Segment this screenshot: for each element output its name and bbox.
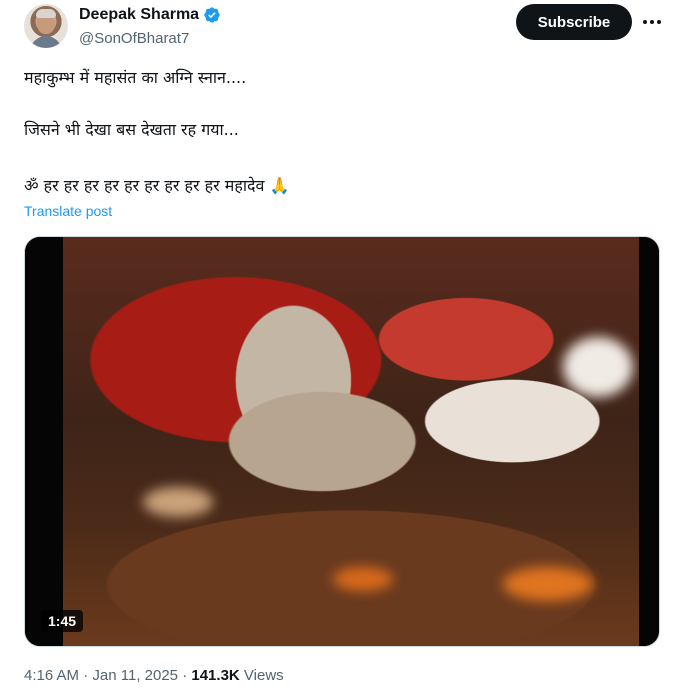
tweet-header: Deepak Sharma @SonOfBharat7 Subscribe: [24, 2, 664, 50]
avatar-shirt: [30, 36, 62, 48]
more-dot: [643, 20, 647, 24]
tweet-line: महाकुम्भ में महासंत का अग्नि स्नान....: [24, 68, 247, 87]
tweet-line: जिसने भी देखा बस देखता रह गया...: [24, 120, 239, 139]
tweet-metadata: 4:16 AM · Jan 11, 2025 · 141.3K Views: [24, 667, 284, 684]
video-frame[interactable]: [63, 237, 639, 646]
video-fire-glow: [563, 337, 633, 397]
more-dot: [650, 20, 654, 24]
meta-separator: ·: [178, 667, 192, 684]
tweet-date[interactable]: Jan 11, 2025: [92, 667, 178, 684]
views-label: Views: [239, 667, 284, 684]
video-player[interactable]: 1:45: [24, 236, 660, 647]
subscribe-button[interactable]: Subscribe: [516, 4, 632, 40]
video-duration-badge: 1:45: [41, 610, 84, 632]
more-options-icon[interactable]: [638, 8, 666, 36]
tweet-time[interactable]: 4:16 AM: [24, 667, 79, 684]
avatar-hair: [36, 9, 56, 18]
video-fire-glow: [143, 487, 213, 517]
video-fire-glow: [503, 567, 593, 601]
tweet-line: ॐ हर हर हर हर हर हर हर हर हर महादेव 🙏: [24, 176, 290, 195]
translate-post-link[interactable]: Translate post: [24, 203, 112, 219]
verified-badge-icon: [204, 7, 220, 23]
meta-separator: ·: [79, 667, 93, 684]
video-fire-glow: [333, 567, 393, 591]
more-dot: [657, 20, 661, 24]
video-letterbox-left: [25, 237, 63, 646]
author-handle[interactable]: @SonOfBharat7: [79, 30, 189, 47]
video-letterbox-right: [639, 237, 659, 646]
views-count: 141.3K: [191, 667, 240, 684]
author-name-row: Deepak Sharma: [79, 6, 221, 24]
avatar[interactable]: [24, 4, 68, 48]
author-name[interactable]: Deepak Sharma: [79, 6, 199, 24]
